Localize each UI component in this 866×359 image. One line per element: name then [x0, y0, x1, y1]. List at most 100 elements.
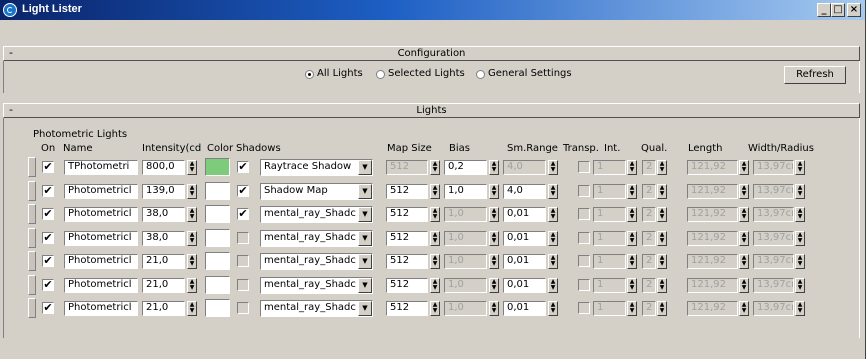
spinner-arrows-icon[interactable]: ▲ ▼ [187, 254, 197, 269]
spinner-arrows-icon[interactable]: ▲ ▼ [627, 301, 637, 316]
shadow-on-checkbox[interactable]: ✔ [237, 161, 249, 173]
radio-all-lights[interactable] [305, 70, 314, 79]
shadow-type-dropdown[interactable]: mental_ray_Shadc ▼ [260, 206, 373, 223]
spinner-arrows-icon[interactable]: ▲ ▼ [187, 230, 197, 246]
spinner-arrows-icon[interactable]: ▲ ▼ [657, 301, 667, 316]
quality-field[interactable]: 2 [642, 160, 656, 175]
spinner-arrows-icon[interactable]: ▲ ▼ [657, 254, 667, 269]
row-select-handle[interactable] [28, 180, 36, 201]
shadow-type-dropdown[interactable]: mental_ray_Shadc ▼ [260, 300, 373, 317]
bias-field[interactable]: 1,0 [444, 183, 487, 199]
spinner-arrows-icon[interactable]: ▲ ▼ [795, 183, 805, 199]
spinner-arrows-icon[interactable]: ▲ ▼ [657, 207, 667, 222]
light-on-checkbox[interactable]: ✔ [42, 255, 54, 267]
length-field[interactable]: 121,92 [687, 160, 738, 175]
light-color-swatch[interactable] [205, 181, 230, 200]
map-size-field[interactable]: 512 [386, 160, 428, 175]
spinner-arrows-icon[interactable]: ▲ ▼ [627, 183, 637, 199]
intensity-field[interactable]: 21,0 [142, 277, 185, 293]
spinner-arrows-icon[interactable]: ▲ ▼ [489, 230, 499, 246]
light-on-checkbox[interactable]: ✔ [42, 184, 54, 197]
light-color-swatch[interactable] [205, 205, 230, 223]
integrity-field[interactable]: 1 [593, 207, 626, 222]
light-name-field[interactable]: Photometricl [64, 183, 138, 199]
integrity-field[interactable]: 1 [593, 254, 626, 269]
light-on-checkbox[interactable]: ✔ [42, 278, 54, 291]
intensity-field[interactable]: 139,0 [142, 183, 185, 199]
length-field[interactable]: 121,92 [687, 230, 738, 246]
light-color-swatch[interactable] [205, 275, 230, 294]
transparency-checkbox[interactable] [578, 255, 590, 267]
spinner-arrows-icon[interactable]: ▲ ▼ [187, 160, 197, 175]
spinner-arrows-icon[interactable]: ▲ ▼ [739, 254, 749, 269]
title-bar[interactable]: Light Lister _ □ × [0, 0, 865, 20]
bias-field[interactable]: 1,0 [444, 230, 487, 246]
configuration-rollout-header[interactable]: - Configuration [3, 46, 860, 61]
shadow-type-dropdown[interactable]: mental_ray_Shadc ▼ [260, 229, 373, 247]
dropdown-arrow-icon[interactable]: ▼ [358, 254, 372, 269]
dropdown-arrow-icon[interactable]: ▼ [358, 230, 372, 246]
spinner-arrows-icon[interactable]: ▲ ▼ [657, 160, 667, 175]
spinner-arrows-icon[interactable]: ▲ ▼ [795, 230, 805, 246]
light-name-field[interactable]: Photometricl [64, 301, 138, 316]
spinner-arrows-icon[interactable]: ▲ ▼ [627, 207, 637, 222]
light-name-field[interactable]: Photometricl [64, 277, 138, 293]
spinner-arrows-icon[interactable]: ▲ ▼ [187, 183, 197, 199]
intensity-field[interactable]: 21,0 [142, 301, 185, 316]
light-on-checkbox[interactable]: ✔ [42, 161, 54, 173]
light-name-field[interactable]: Photometricl [64, 207, 138, 222]
row-select-handle[interactable] [28, 157, 36, 177]
spinner-arrows-icon[interactable]: ▲ ▼ [739, 207, 749, 222]
integrity-field[interactable]: 1 [593, 277, 626, 293]
quality-field[interactable]: 2 [642, 301, 656, 316]
light-color-swatch[interactable] [205, 252, 230, 270]
light-color-swatch[interactable] [205, 228, 230, 247]
dropdown-arrow-icon[interactable]: ▼ [358, 160, 372, 175]
shadow-type-dropdown[interactable]: Raytrace Shadow ▼ [260, 159, 373, 176]
row-select-handle[interactable] [28, 204, 36, 224]
spinner-arrows-icon[interactable]: ▲ ▼ [739, 183, 749, 199]
spinner-arrows-icon[interactable]: ▲ ▼ [548, 230, 558, 246]
map-size-field[interactable]: 512 [386, 183, 428, 199]
spinner-arrows-icon[interactable]: ▲ ▼ [430, 207, 440, 222]
spinner-arrows-icon[interactable]: ▲ ▼ [548, 183, 558, 199]
transparency-checkbox[interactable] [578, 302, 590, 314]
intensity-field[interactable]: 38,0 [142, 207, 185, 222]
spinner-arrows-icon[interactable]: ▲ ▼ [657, 230, 667, 246]
bias-field[interactable]: 1,0 [444, 254, 487, 269]
spinner-arrows-icon[interactable]: ▲ ▼ [430, 160, 440, 175]
spinner-arrows-icon[interactable]: ▲ ▼ [489, 183, 499, 199]
transparency-checkbox[interactable] [578, 278, 590, 291]
length-field[interactable]: 121,92 [687, 183, 738, 199]
sm-range-field[interactable]: 4,0 [503, 183, 546, 199]
shadow-on-checkbox[interactable]: ✔ [237, 184, 249, 197]
integrity-field[interactable]: 1 [593, 160, 626, 175]
shadow-type-dropdown[interactable]: Shadow Map ▼ [260, 182, 373, 200]
light-name-field[interactable]: TPhotometri [64, 160, 138, 175]
dropdown-arrow-icon[interactable]: ▼ [358, 301, 372, 316]
dropdown-arrow-icon[interactable]: ▼ [358, 207, 372, 222]
dropdown-arrow-icon[interactable]: ▼ [358, 183, 372, 199]
integrity-field[interactable]: 1 [593, 301, 626, 316]
spinner-arrows-icon[interactable]: ▲ ▼ [187, 207, 197, 222]
light-on-checkbox[interactable]: ✔ [42, 231, 54, 244]
integrity-field[interactable]: 1 [593, 230, 626, 246]
close-icon[interactable]: × [847, 3, 861, 17]
minimize-icon[interactable]: _ [817, 3, 831, 17]
length-field[interactable]: 121,92 [687, 301, 738, 316]
width-radius-field[interactable]: 13,97cr [753, 183, 794, 199]
spinner-arrows-icon[interactable]: ▲ ▼ [795, 207, 805, 222]
sm-range-field[interactable]: 0,01 [503, 301, 546, 316]
sm-range-field[interactable]: 0,01 [503, 207, 546, 222]
spinner-arrows-icon[interactable]: ▲ ▼ [627, 277, 637, 293]
map-size-field[interactable]: 512 [386, 207, 428, 222]
refresh-button[interactable]: Refresh [784, 66, 846, 84]
shadow-on-checkbox[interactable]: ✔ [237, 208, 249, 220]
light-name-field[interactable]: Photometricl [64, 230, 138, 246]
maximize-icon[interactable]: □ [831, 3, 845, 17]
spinner-arrows-icon[interactable]: ▲ ▼ [430, 277, 440, 293]
radio-general-settings[interactable] [476, 70, 485, 79]
spinner-arrows-icon[interactable]: ▲ ▼ [430, 254, 440, 269]
quality-field[interactable]: 2 [642, 254, 656, 269]
light-name-field[interactable]: Photometricl [64, 254, 138, 269]
